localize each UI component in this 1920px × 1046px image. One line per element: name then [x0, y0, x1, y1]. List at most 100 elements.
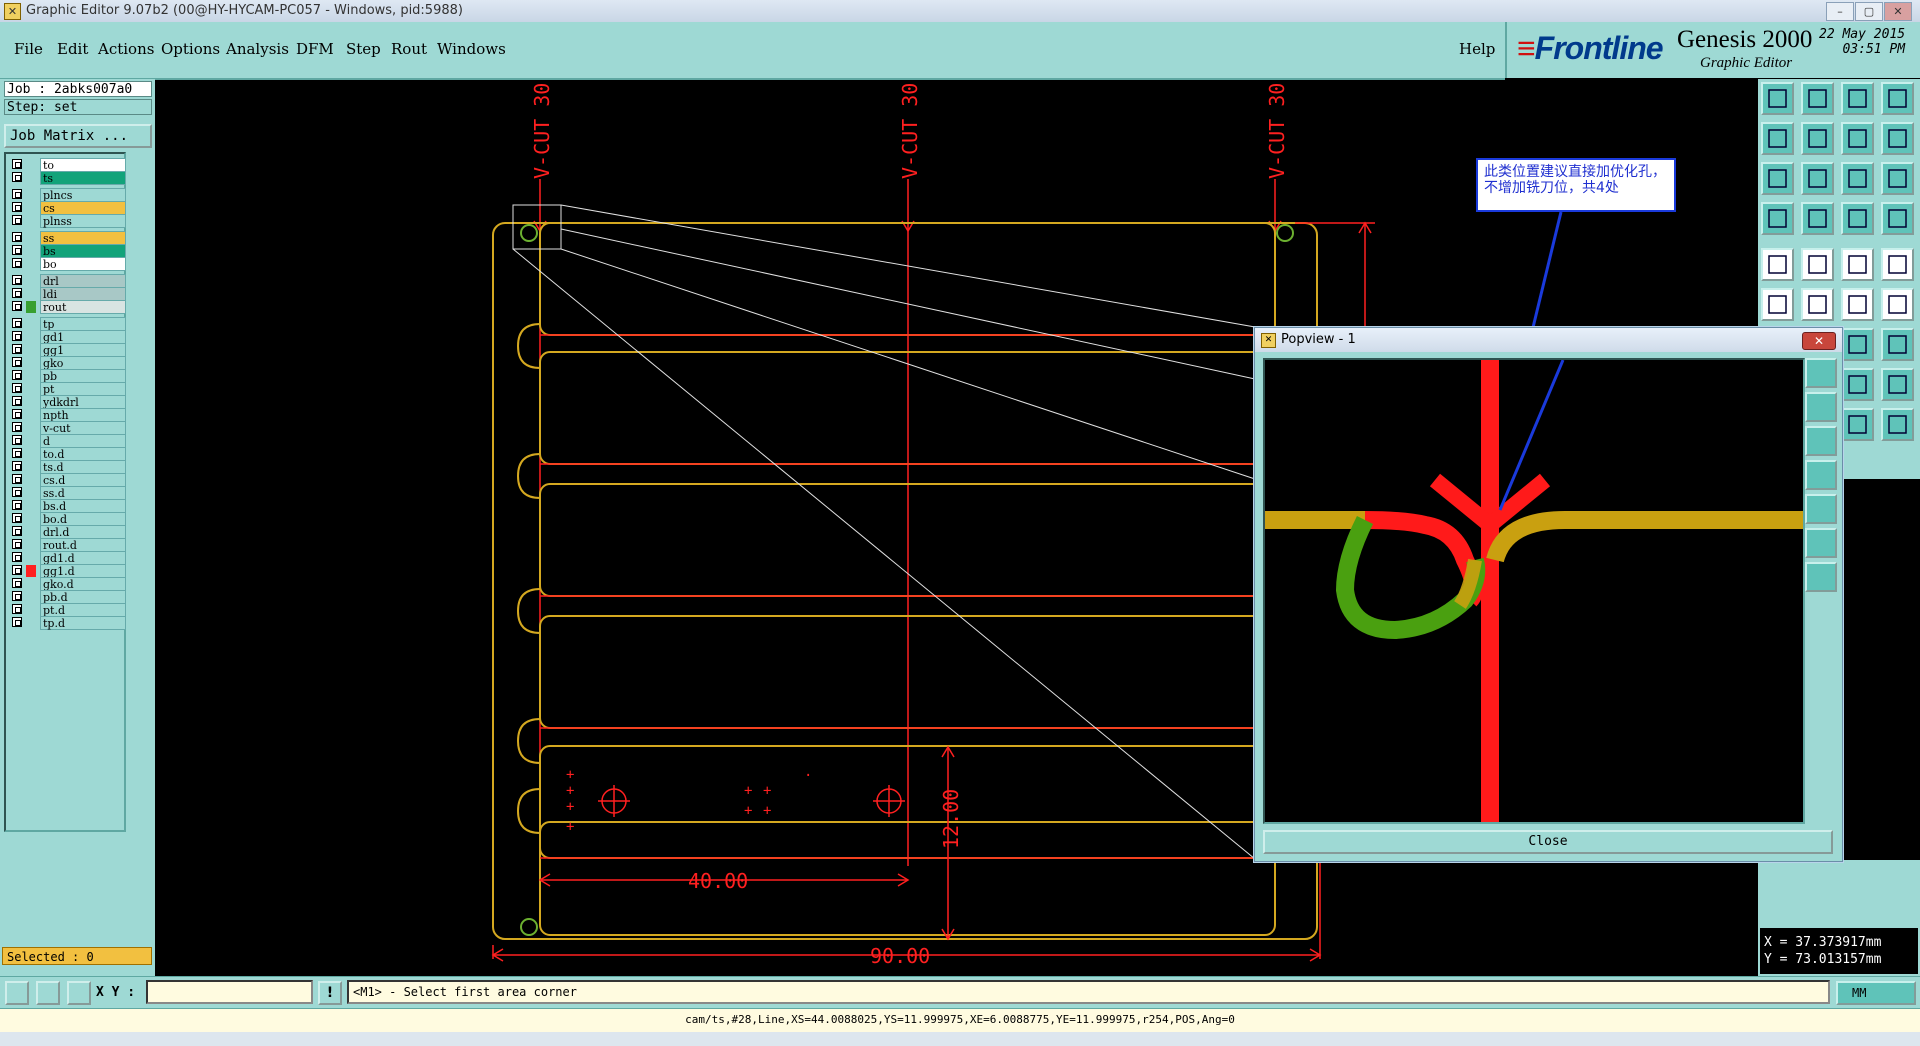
layer-name[interactable]: pt.d [40, 603, 126, 617]
layer-row[interactable]: gko.d [10, 577, 126, 591]
layer-name[interactable]: ldi [40, 287, 126, 301]
popview-pan-button[interactable] [1805, 426, 1837, 456]
layer-checkbox[interactable] [12, 422, 22, 432]
menu-actions[interactable]: Actions [98, 40, 154, 58]
layer-checkbox[interactable] [12, 487, 22, 497]
layer-name[interactable]: rout [40, 300, 126, 314]
layer-name[interactable]: pb [40, 369, 126, 383]
layer-row[interactable]: to.d [10, 447, 126, 461]
popview-zoom-in-button[interactable] [1805, 358, 1837, 388]
layer-checkbox[interactable] [12, 513, 22, 523]
layer-row[interactable]: rout.d [10, 538, 126, 552]
select-icon[interactable] [1761, 248, 1794, 281]
layer-row[interactable]: cs [10, 201, 126, 215]
layer-row[interactable]: ts [10, 171, 126, 185]
layer-checkbox[interactable] [12, 189, 22, 199]
layer-name[interactable]: bo [40, 257, 126, 271]
layer-checkbox[interactable] [12, 448, 22, 458]
close-window-button[interactable]: ✕ [1884, 2, 1912, 21]
menu-file[interactable]: File [14, 40, 43, 58]
layer-row[interactable]: gko [10, 356, 126, 370]
layer-name[interactable]: gg1.d [40, 564, 126, 578]
layer-row[interactable]: tp [10, 317, 126, 331]
link-icon[interactable] [1881, 288, 1914, 321]
layer-name[interactable]: gko [40, 356, 126, 370]
layer-row[interactable]: cs.d [10, 473, 126, 487]
layer-row[interactable]: npth [10, 408, 126, 422]
drill2-icon[interactable] [1881, 202, 1914, 235]
layer-checkbox[interactable] [12, 383, 22, 393]
layer-color-swatch[interactable] [26, 435, 36, 447]
layer-color-swatch[interactable] [26, 539, 36, 551]
nodes-icon[interactable] [1761, 288, 1794, 321]
menu-edit[interactable]: Edit [57, 40, 88, 58]
connect-icon[interactable] [1841, 288, 1874, 321]
layer-checkbox[interactable] [12, 539, 22, 549]
help-icon[interactable] [1881, 162, 1914, 195]
layer-checkbox[interactable] [12, 215, 22, 225]
layer-checkbox[interactable] [12, 370, 22, 380]
layer-name[interactable]: drl.d [40, 525, 126, 539]
layer-row[interactable]: ydkdrl [10, 395, 126, 409]
layer-color-swatch[interactable] [26, 318, 36, 330]
layers-icon[interactable] [1841, 122, 1874, 155]
layer-checkbox[interactable] [12, 331, 22, 341]
layer-checkbox[interactable] [12, 552, 22, 562]
layer-name[interactable]: to.d [40, 447, 126, 461]
popview-fit-button[interactable] [1805, 494, 1837, 524]
layer-color-swatch[interactable] [26, 513, 36, 525]
layer-row[interactable]: rout [10, 300, 126, 314]
layer-row[interactable]: plncs [10, 188, 126, 202]
probe-icon[interactable] [1801, 202, 1834, 235]
layer-name[interactable]: pb.d [40, 590, 126, 604]
minimize-button[interactable]: – [1826, 2, 1854, 21]
layer-color-swatch[interactable] [26, 448, 36, 460]
layer-color-swatch[interactable] [26, 159, 36, 171]
layer-color-swatch[interactable] [26, 422, 36, 434]
maximize-button[interactable]: ▢ [1855, 2, 1883, 21]
layer-name[interactable]: ydkdrl [40, 395, 126, 409]
grid-button[interactable] [67, 981, 91, 1005]
popview-home-button[interactable] [1805, 460, 1837, 490]
layer-checkbox[interactable] [12, 474, 22, 484]
cursor-icon[interactable] [1841, 408, 1874, 441]
measure-button[interactable] [36, 981, 60, 1005]
layer-name[interactable]: npth [40, 408, 126, 422]
layer-row[interactable]: gd1.d [10, 551, 126, 565]
layer-checkbox[interactable] [12, 318, 22, 328]
layer-checkbox[interactable] [12, 526, 22, 536]
layer-checkbox[interactable] [12, 288, 22, 298]
board-icon[interactable] [1881, 368, 1914, 401]
window-icon[interactable] [1881, 82, 1914, 115]
popview-close-icon[interactable]: ✕ [1802, 332, 1836, 350]
copy-icon[interactable] [1881, 328, 1914, 361]
layer-name[interactable]: ts.d [40, 460, 126, 474]
layer-row[interactable]: pb [10, 369, 126, 383]
layer-row[interactable]: bo.d [10, 512, 126, 526]
layer-row[interactable]: drl [10, 274, 126, 288]
layer-name[interactable]: plnss [40, 214, 126, 228]
layer-name[interactable]: gd1 [40, 330, 126, 344]
layer-checkbox[interactable] [12, 500, 22, 510]
clear-icon[interactable] [1801, 248, 1834, 281]
popview-fit-all-button[interactable] [1805, 528, 1837, 558]
popview-close-button[interactable]: Close [1263, 830, 1833, 854]
layer-checkbox[interactable] [12, 461, 22, 471]
layer-color-swatch[interactable] [26, 344, 36, 356]
layer-name[interactable]: rout.d [40, 538, 126, 552]
tools-icon[interactable] [1761, 202, 1794, 235]
layer-color-swatch[interactable] [26, 301, 36, 313]
layer-checkbox[interactable] [12, 578, 22, 588]
units-selector[interactable]: MM [1836, 981, 1916, 1005]
layer-name[interactable]: gg1 [40, 343, 126, 357]
layer-row[interactable]: d [10, 434, 126, 448]
menu-help[interactable]: Help [1459, 40, 1495, 58]
layer-checkbox[interactable] [12, 565, 22, 575]
layer-color-swatch[interactable] [26, 215, 36, 227]
layer-name[interactable]: pt [40, 382, 126, 396]
save-icon[interactable] [1801, 82, 1834, 115]
layer-name[interactable]: drl [40, 274, 126, 288]
drill-icon[interactable] [1841, 202, 1874, 235]
layer-color-swatch[interactable] [26, 474, 36, 486]
layer-name[interactable]: plncs [40, 188, 126, 202]
